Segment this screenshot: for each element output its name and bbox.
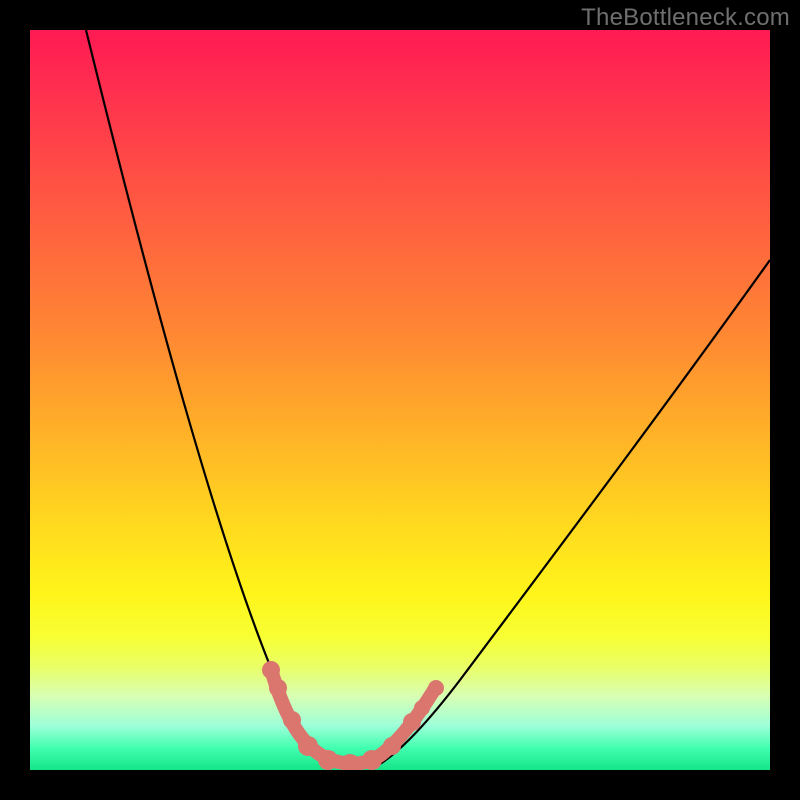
outer-frame: TheBottleneck.com	[0, 0, 800, 800]
marker-dot	[269, 679, 287, 697]
marker-dot	[428, 680, 444, 696]
marker-dot	[403, 713, 421, 731]
plot-area	[30, 30, 770, 770]
marker-dot	[298, 736, 318, 756]
marker-dot	[262, 661, 280, 679]
marker-dot	[414, 700, 430, 716]
marker-dots	[262, 661, 444, 770]
curve-left-arm	[86, 30, 326, 764]
watermark-text: TheBottleneck.com	[581, 4, 790, 32]
marker-dot	[383, 737, 401, 755]
marker-dot	[283, 711, 301, 729]
chart-svg	[30, 30, 770, 770]
marker-dot	[318, 750, 338, 770]
marker-dot	[362, 750, 382, 770]
